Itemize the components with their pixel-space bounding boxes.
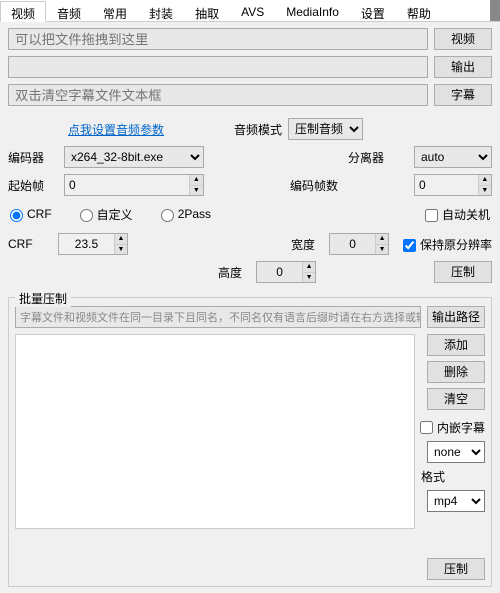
width-label: 宽度 bbox=[291, 236, 315, 253]
frame-count-spinner[interactable]: ▲▼ bbox=[414, 174, 492, 196]
mode-2pass-radio[interactable]: 2Pass bbox=[161, 207, 211, 221]
audio-mode-select[interactable]: 压制音频 bbox=[288, 118, 363, 140]
output-path-input[interactable] bbox=[8, 56, 428, 78]
encode-button[interactable]: 压制 bbox=[434, 261, 492, 283]
batch-encode-button[interactable]: 压制 bbox=[427, 558, 485, 580]
spin-down-icon[interactable]: ▼ bbox=[376, 245, 388, 255]
tab-help[interactable]: 帮助 bbox=[396, 1, 442, 22]
batch-path-input[interactable]: 字幕文件和视频文件在同一目录下且同名，不同名仅有语言后缀时请在右方选择或输入 bbox=[15, 306, 421, 328]
spin-up-icon[interactable]: ▲ bbox=[303, 262, 315, 273]
tab-settings[interactable]: 设置 bbox=[350, 1, 396, 22]
demuxer-select[interactable]: auto bbox=[414, 146, 492, 168]
batch-clear-button[interactable]: 清空 bbox=[427, 388, 485, 410]
tab-video[interactable]: 视频 bbox=[0, 1, 46, 22]
output-button[interactable]: 输出 bbox=[434, 56, 492, 78]
embed-subtitle-checkbox[interactable]: 内嵌字幕 bbox=[420, 419, 485, 436]
width-spinner[interactable]: ▲▼ bbox=[329, 233, 389, 255]
video-path-input[interactable] bbox=[8, 28, 428, 50]
audio-settings-link[interactable]: 点我设置音频参数 bbox=[8, 121, 228, 138]
video-button[interactable]: 视频 bbox=[434, 28, 492, 50]
frame-count-label: 编码帧数 bbox=[210, 177, 342, 194]
encoder-select[interactable]: x264_32-8bit.exe bbox=[64, 146, 204, 168]
spin-up-icon[interactable]: ▲ bbox=[115, 234, 127, 245]
spin-up-icon[interactable]: ▲ bbox=[376, 234, 388, 245]
tab-extract[interactable]: 抽取 bbox=[184, 1, 230, 22]
subtitle-path-input[interactable] bbox=[8, 84, 428, 106]
tab-audio[interactable]: 音频 bbox=[46, 1, 92, 22]
batch-delete-button[interactable]: 删除 bbox=[427, 361, 485, 383]
tab-bar: 视频 音频 常用 封装 抽取 AVS MediaInfo 设置 帮助 bbox=[0, 0, 500, 22]
mode-crf-radio[interactable]: CRF bbox=[10, 207, 52, 221]
mode-custom-radio[interactable]: 自定义 bbox=[80, 206, 133, 223]
tab-common[interactable]: 常用 bbox=[92, 1, 138, 22]
spin-down-icon[interactable]: ▼ bbox=[115, 245, 127, 255]
start-frame-spinner[interactable]: ▲▼ bbox=[64, 174, 204, 196]
demuxer-label: 分离器 bbox=[348, 149, 408, 166]
spin-down-icon[interactable]: ▼ bbox=[303, 273, 315, 283]
keep-resolution-checkbox[interactable]: 保持原分辨率 bbox=[403, 236, 492, 253]
height-label: 高度 bbox=[218, 264, 242, 281]
tab-mux[interactable]: 封装 bbox=[138, 1, 184, 22]
crf-spinner[interactable]: ▲▼ bbox=[58, 233, 128, 255]
spin-down-icon[interactable]: ▼ bbox=[190, 186, 203, 196]
spin-up-icon[interactable]: ▲ bbox=[479, 175, 491, 186]
subtitle-lang-select[interactable]: none bbox=[427, 441, 485, 463]
tab-avs[interactable]: AVS bbox=[230, 1, 275, 22]
tab-mediainfo[interactable]: MediaInfo bbox=[275, 1, 350, 22]
batch-output-path-button[interactable]: 输出路径 bbox=[427, 306, 485, 328]
batch-list[interactable] bbox=[15, 334, 415, 529]
height-spinner[interactable]: ▲▼ bbox=[256, 261, 316, 283]
start-frame-label: 起始帧 bbox=[8, 177, 58, 194]
audio-mode-label: 音频模式 bbox=[234, 121, 282, 138]
crf-label: CRF bbox=[8, 237, 44, 251]
encoder-label: 编码器 bbox=[8, 149, 58, 166]
batch-group: 批量压制 字幕文件和视频文件在同一目录下且同名，不同名仅有语言后缀时请在右方选择… bbox=[8, 297, 492, 587]
spin-down-icon[interactable]: ▼ bbox=[479, 186, 491, 196]
batch-add-button[interactable]: 添加 bbox=[427, 334, 485, 356]
auto-shutdown-checkbox[interactable]: 自动关机 bbox=[425, 206, 490, 223]
format-label: 格式 bbox=[421, 468, 445, 485]
format-select[interactable]: mp4 bbox=[427, 490, 485, 512]
subtitle-button[interactable]: 字幕 bbox=[434, 84, 492, 106]
batch-legend: 批量压制 bbox=[15, 290, 71, 307]
spin-up-icon[interactable]: ▲ bbox=[190, 175, 203, 186]
